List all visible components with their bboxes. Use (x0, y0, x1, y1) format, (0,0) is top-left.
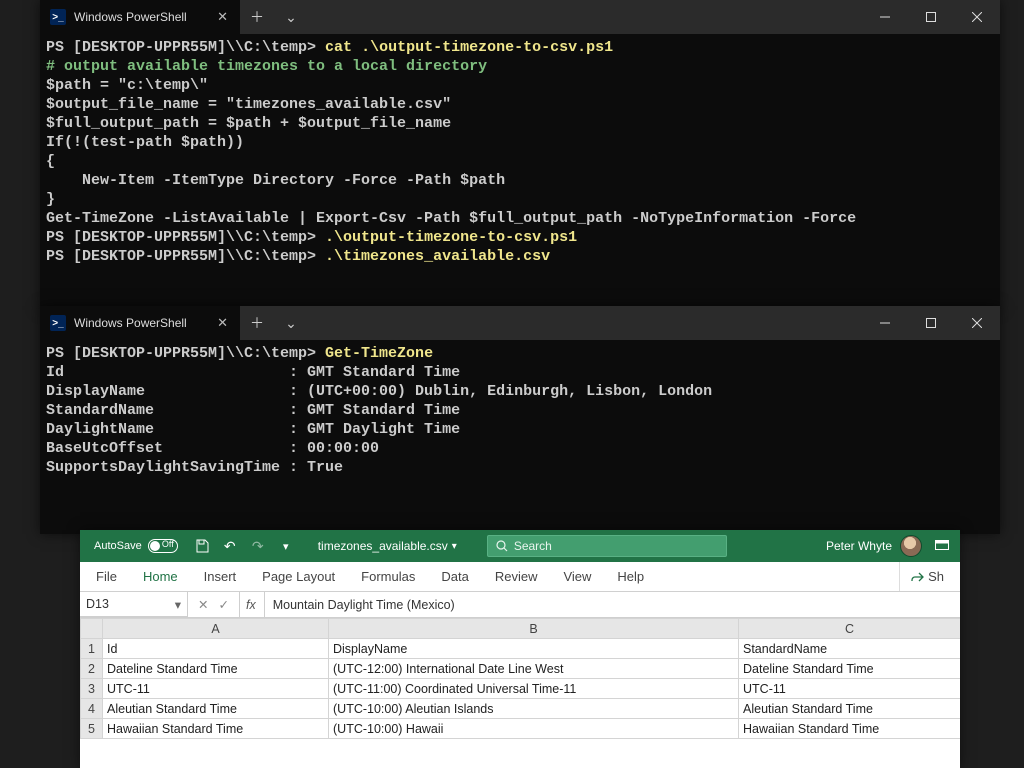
search-box[interactable]: Search (487, 535, 727, 557)
maximize-button[interactable] (908, 306, 954, 340)
minimize-button[interactable] (862, 306, 908, 340)
ribbon-tab-page-layout[interactable]: Page Layout (262, 569, 335, 584)
tab-close-icon[interactable]: ✕ (217, 9, 228, 25)
ribbon-tab-data[interactable]: Data (441, 569, 468, 584)
row-header[interactable]: 5 (81, 719, 103, 739)
tab-powershell[interactable]: >_ Windows PowerShell ✕ (40, 306, 240, 340)
cell[interactable]: UTC-11 (103, 679, 329, 699)
name-box[interactable]: D13 ▾ (80, 592, 188, 617)
tab-powershell[interactable]: >_ Windows PowerShell ✕ (40, 0, 240, 34)
cell[interactable]: Hawaiian Standard Time (739, 719, 961, 739)
ribbon-tab-file[interactable]: File (96, 569, 117, 584)
close-button[interactable] (954, 306, 1000, 340)
maximize-button[interactable] (908, 0, 954, 34)
ribbon-tabs: File Home Insert Page Layout Formulas Data Rev… (80, 562, 960, 592)
cell[interactable]: Dateline Standard Time (739, 659, 961, 679)
cell[interactable]: (UTC-10:00) Aleutian Islands (329, 699, 739, 719)
share-icon (910, 570, 924, 584)
row-header[interactable]: 3 (81, 679, 103, 699)
row-header[interactable]: 2 (81, 659, 103, 679)
cell[interactable]: (UTC-11:00) Coordinated Universal Time-1… (329, 679, 739, 699)
terminal-output[interactable]: PS [DESKTOP-UPPR55M]\\C:\temp> cat .\out… (40, 34, 1000, 270)
close-button[interactable] (954, 0, 1000, 34)
ribbon-display-options-icon[interactable] (930, 534, 954, 558)
filename[interactable]: timezones_available.csv ▾ (318, 539, 457, 553)
ribbon-tab-review[interactable]: Review (495, 569, 538, 584)
excel-window: AutoSave Off ↶ ↷ ▾ timezones_available.c… (80, 530, 960, 768)
cell[interactable]: (UTC-10:00) Hawaii (329, 719, 739, 739)
formula-row: D13 ▾ ✕ ✓ fx Mountain Daylight Time (Mex… (80, 592, 960, 618)
accept-formula-icon[interactable]: ✓ (218, 597, 228, 612)
cell[interactable]: StandardName (739, 639, 961, 659)
cell[interactable]: DisplayName (329, 639, 739, 659)
cell[interactable]: Hawaiian Standard Time (103, 719, 329, 739)
avatar (900, 535, 922, 557)
powershell-icon: >_ (50, 315, 66, 331)
powershell-window-1: >_ Windows PowerShell ✕ ＋ ⌄ PS [DESKTOP-… (40, 0, 1000, 310)
column-header[interactable]: C (739, 619, 961, 639)
toggle-off-icon[interactable]: Off (148, 539, 178, 553)
cell[interactable]: Id (103, 639, 329, 659)
tab-dropdown-icon[interactable]: ⌄ (274, 0, 308, 34)
tab-title: Windows PowerShell (74, 10, 187, 24)
cell[interactable]: (UTC-12:00) International Date Line West (329, 659, 739, 679)
ribbon-tab-help[interactable]: Help (617, 569, 644, 584)
search-placeholder: Search (514, 539, 552, 553)
name-box-dropdown-icon[interactable]: ▾ (175, 597, 181, 612)
terminal-output[interactable]: PS [DESKTOP-UPPR55M]\\C:\temp> Get-TimeZ… (40, 340, 1000, 481)
cell[interactable]: Aleutian Standard Time (103, 699, 329, 719)
autosave-toggle[interactable]: AutoSave Off (80, 539, 188, 553)
select-all-corner[interactable] (81, 619, 103, 639)
ribbon-tab-home[interactable]: Home (143, 569, 178, 584)
ribbon-tab-view[interactable]: View (563, 569, 591, 584)
column-header[interactable]: B (329, 619, 739, 639)
ribbon-tab-insert[interactable]: Insert (204, 569, 237, 584)
undo-icon[interactable]: ↶ (216, 530, 244, 562)
titlebar: >_ Windows PowerShell ✕ ＋ ⌄ (40, 306, 1000, 340)
ribbon-tab-formulas[interactable]: Formulas (361, 569, 415, 584)
cell[interactable]: Aleutian Standard Time (739, 699, 961, 719)
user-name: Peter Whyte (826, 539, 892, 553)
cell[interactable]: UTC-11 (739, 679, 961, 699)
formula-buttons: ✕ ✓ (188, 592, 240, 617)
search-icon (496, 540, 508, 552)
new-tab-button[interactable]: ＋ (240, 0, 274, 34)
row-header[interactable]: 4 (81, 699, 103, 719)
spreadsheet-grid[interactable]: ABC1IdDisplayNameStandardName2Dateline S… (80, 618, 960, 768)
minimize-button[interactable] (862, 0, 908, 34)
fx-icon[interactable]: fx (240, 592, 265, 617)
powershell-window-2: >_ Windows PowerShell ✕ ＋ ⌄ PS [DESKTOP-… (40, 306, 1000, 534)
row-header[interactable]: 1 (81, 639, 103, 659)
column-header[interactable]: A (103, 619, 329, 639)
tab-title: Windows PowerShell (74, 316, 187, 330)
cancel-formula-icon[interactable]: ✕ (198, 597, 208, 612)
tab-dropdown-icon[interactable]: ⌄ (274, 306, 308, 340)
redo-icon[interactable]: ↷ (244, 530, 272, 562)
cell[interactable]: Dateline Standard Time (103, 659, 329, 679)
quick-access-dropdown-icon[interactable]: ▾ (272, 530, 300, 562)
filename-dropdown-icon: ▾ (452, 541, 457, 552)
share-button[interactable]: Sh (899, 562, 944, 591)
user-account[interactable]: Peter Whyte (826, 535, 930, 557)
save-icon[interactable] (188, 530, 216, 562)
new-tab-button[interactable]: ＋ (240, 306, 274, 340)
powershell-icon: >_ (50, 9, 66, 25)
tab-close-icon[interactable]: ✕ (217, 315, 228, 331)
titlebar: >_ Windows PowerShell ✕ ＋ ⌄ (40, 0, 1000, 34)
autosave-label: AutoSave (94, 540, 142, 552)
formula-bar[interactable]: Mountain Daylight Time (Mexico) (265, 592, 960, 617)
excel-titlebar: AutoSave Off ↶ ↷ ▾ timezones_available.c… (80, 530, 960, 562)
